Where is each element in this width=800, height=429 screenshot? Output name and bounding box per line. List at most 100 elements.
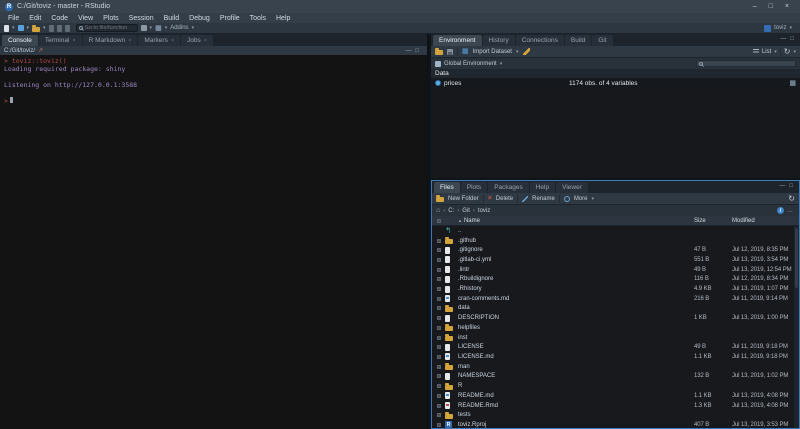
- console-minimize-icon[interactable]: —: [405, 48, 411, 54]
- console-tab[interactable]: Markers ×: [138, 35, 180, 46]
- rename-button[interactable]: Rename: [532, 196, 555, 202]
- file-row[interactable]: helpfiles: [432, 323, 799, 333]
- load-workspace-icon[interactable]: [435, 50, 443, 55]
- file-row[interactable]: README.md 1.1 KB Jul 13, 2019, 4:08 PM: [432, 391, 799, 401]
- column-size[interactable]: Size: [694, 218, 732, 224]
- menu-item[interactable]: View: [73, 15, 98, 22]
- import-dataset-button[interactable]: Import Dataset: [473, 49, 512, 55]
- file-name[interactable]: README.Rmd: [458, 403, 694, 409]
- file-row[interactable]: toviz.Rproj 407 B Jul 13, 2019, 3:53 PM: [432, 420, 799, 428]
- file-name[interactable]: .Rhistory: [458, 286, 694, 292]
- delete-button[interactable]: Delete: [496, 196, 513, 202]
- file-row[interactable]: .github: [432, 236, 799, 246]
- maximize-button[interactable]: □: [769, 3, 773, 10]
- file-checkbox[interactable]: [437, 248, 441, 252]
- file-checkbox[interactable]: [437, 404, 441, 408]
- pane-layout-caret-icon[interactable]: ▾: [165, 25, 168, 31]
- new-project-icon[interactable]: [18, 25, 24, 31]
- goto-file-function-input[interactable]: [85, 25, 135, 31]
- environment-tab[interactable]: Environment: [433, 35, 482, 46]
- console-output[interactable]: > toviz::toviz() Loading required packag…: [0, 55, 427, 429]
- environment-tab[interactable]: Build: [565, 35, 591, 46]
- refresh-caret-icon[interactable]: ▾: [793, 49, 796, 55]
- refresh-icon[interactable]: ↻: [784, 48, 791, 56]
- menu-item[interactable]: Debug: [184, 15, 215, 22]
- pane-layout-icon[interactable]: ▦: [155, 25, 162, 32]
- file-checkbox[interactable]: [437, 394, 441, 398]
- menu-item[interactable]: Code: [46, 15, 73, 22]
- file-name[interactable]: LICENSE: [458, 344, 694, 350]
- files-scrollbar[interactable]: [794, 226, 799, 428]
- workspace-tools-icon[interactable]: [141, 25, 147, 31]
- breadcrumb-segment[interactable]: Git: [457, 208, 470, 214]
- env-minimize-icon[interactable]: —: [780, 36, 786, 42]
- project-selector[interactable]: toviz ▾: [764, 25, 796, 32]
- environment-tab[interactable]: Connections: [516, 35, 564, 46]
- list-view-caret-icon[interactable]: ▾: [774, 49, 777, 55]
- addins-caret-icon[interactable]: ▾: [192, 25, 195, 31]
- file-row[interactable]: .Rbuildignore 116 B Jul 12, 2019, 8:34 P…: [432, 275, 799, 285]
- file-checkbox[interactable]: [437, 287, 441, 291]
- console-tab[interactable]: Console: [2, 35, 38, 46]
- menu-item[interactable]: Help: [271, 15, 295, 22]
- menu-item[interactable]: Session: [124, 15, 159, 22]
- file-checkbox[interactable]: [437, 423, 441, 427]
- menu-item[interactable]: Edit: [24, 15, 46, 22]
- new-file-caret-icon[interactable]: ▾: [12, 25, 15, 31]
- environment-tab[interactable]: Git: [592, 35, 612, 46]
- menu-item[interactable]: File: [3, 15, 24, 22]
- file-checkbox[interactable]: [437, 239, 441, 243]
- file-name[interactable]: NAMESPACE: [458, 373, 694, 379]
- file-checkbox[interactable]: [437, 326, 441, 330]
- file-checkbox[interactable]: [437, 345, 441, 349]
- open-file-caret-icon[interactable]: ▾: [43, 25, 46, 31]
- file-name[interactable]: inst: [458, 335, 694, 341]
- close-tab-icon[interactable]: ×: [72, 38, 75, 44]
- console-tab[interactable]: R Markdown ×: [83, 35, 138, 46]
- file-row[interactable]: data: [432, 304, 799, 314]
- file-name[interactable]: .github: [458, 238, 694, 244]
- file-row[interactable]: man: [432, 362, 799, 372]
- files-maximize-icon[interactable]: □: [789, 183, 793, 189]
- more-caret-icon[interactable]: ▾: [591, 196, 594, 202]
- file-row[interactable]: tests: [432, 410, 799, 420]
- file-name[interactable]: R: [458, 383, 694, 389]
- environment-search-box[interactable]: [696, 60, 796, 67]
- file-checkbox[interactable]: [437, 374, 441, 378]
- menu-item[interactable]: Plots: [98, 15, 124, 22]
- file-name[interactable]: .Rbuildignore: [458, 276, 694, 282]
- new-file-icon[interactable]: [4, 25, 9, 32]
- home-icon[interactable]: ⌂: [436, 207, 440, 214]
- files-tab[interactable]: Packages: [488, 182, 529, 193]
- workspace-tools-caret-icon[interactable]: ▾: [150, 25, 153, 31]
- files-tab[interactable]: Files: [434, 182, 460, 193]
- addins-menu[interactable]: Addins: [170, 25, 188, 31]
- close-button[interactable]: ×: [785, 3, 789, 10]
- files-minimize-icon[interactable]: —: [779, 183, 785, 189]
- open-in-new-icon[interactable]: ↗: [38, 47, 43, 54]
- file-name[interactable]: LICENSE.md: [458, 354, 694, 360]
- file-name[interactable]: man: [458, 364, 694, 370]
- file-checkbox[interactable]: [437, 355, 441, 359]
- file-row[interactable]: ..: [432, 226, 799, 236]
- open-file-icon[interactable]: [32, 27, 40, 32]
- file-row[interactable]: LICENSE 49 B Jul 11, 2019, 9:18 PM: [432, 342, 799, 352]
- files-refresh-icon[interactable]: ↻: [788, 195, 795, 203]
- file-row[interactable]: R: [432, 381, 799, 391]
- file-row[interactable]: cran-comments.md 216 B Jul 11, 2019, 9:1…: [432, 294, 799, 304]
- file-checkbox[interactable]: [437, 258, 441, 262]
- breadcrumb-segment[interactable]: C:: [443, 208, 454, 214]
- environment-tab[interactable]: History: [483, 35, 515, 46]
- file-checkbox[interactable]: [437, 297, 441, 301]
- more-menu[interactable]: More: [574, 196, 588, 202]
- file-checkbox[interactable]: [437, 384, 441, 388]
- view-table-icon[interactable]: ▦: [789, 80, 796, 87]
- files-tab[interactable]: Plots: [461, 182, 487, 193]
- file-name[interactable]: cran-comments.md: [458, 296, 694, 302]
- console-tab[interactable]: Terminal ×: [39, 35, 82, 46]
- close-tab-icon[interactable]: ×: [128, 38, 131, 44]
- file-row[interactable]: .gitignore 47 B Jul 12, 2019, 8:35 PM: [432, 245, 799, 255]
- file-checkbox[interactable]: [437, 316, 441, 320]
- console-maximize-icon[interactable]: □: [415, 48, 419, 54]
- file-checkbox[interactable]: [437, 306, 441, 310]
